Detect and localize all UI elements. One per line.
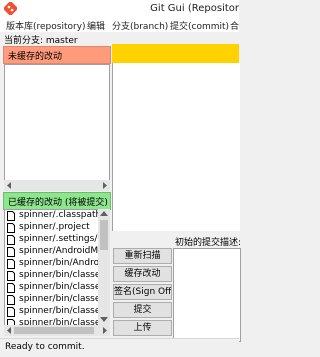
staged-file-name: spinner/bin/classes/ xyxy=(19,294,98,304)
file-icon xyxy=(7,295,15,305)
file-icon xyxy=(7,223,15,233)
scroll-down-icon[interactable] xyxy=(100,316,108,323)
sign-off-button[interactable]: 签名(Sign Off) xyxy=(113,284,172,300)
commit-message-label: 初始的提交描述: xyxy=(175,238,242,248)
diff-view[interactable] xyxy=(112,63,240,231)
staged-file-name: spinner/bin/Androic xyxy=(19,258,99,268)
menu-commit[interactable]: 提交(commit) xyxy=(170,19,229,32)
staged-horizontal-scrollbar[interactable] xyxy=(4,325,110,336)
unstaged-changes-header: 未缓存的改动 xyxy=(3,46,111,64)
menu-repository[interactable]: 版本库(repository) xyxy=(6,19,86,32)
diff-header xyxy=(112,44,239,63)
staged-file-name: spinner/.settings/or xyxy=(19,234,99,244)
commit-button[interactable]: 提交 xyxy=(113,302,172,318)
window-title: Git Gui (Repositor xyxy=(150,3,239,14)
staged-changes-title: 已缓存的改动 (将被提交) xyxy=(8,198,108,208)
staged-file-name: spinner/AndroidMa xyxy=(19,246,99,256)
file-icon xyxy=(7,283,15,293)
scrollbar-thumb[interactable] xyxy=(14,327,94,334)
scroll-right-icon[interactable] xyxy=(101,327,108,334)
staged-file-name: spinner/bin/classes. xyxy=(19,270,98,280)
staged-file-name: spinner/.project xyxy=(19,222,90,232)
menu-edit[interactable]: 编辑 xyxy=(87,19,105,32)
staged-file-list[interactable]: spinner/.classpath spinner/.project spin… xyxy=(4,209,99,326)
stage-changed-button[interactable]: 缓存改动 xyxy=(113,266,172,282)
file-icon xyxy=(7,247,15,257)
staged-file-name: spinner/.classpath xyxy=(19,210,99,220)
push-button[interactable]: 上传 xyxy=(113,320,172,336)
scroll-left-icon[interactable] xyxy=(6,182,13,189)
file-icon xyxy=(7,235,15,245)
title-bar: Git Gui (Repositor xyxy=(0,0,239,18)
current-branch-label: 当前分支: master xyxy=(4,36,78,46)
rescan-button[interactable]: 重新扫描 xyxy=(113,248,172,264)
file-icon xyxy=(7,211,15,221)
scroll-left-icon[interactable] xyxy=(6,327,13,334)
scrollbar-thumb[interactable] xyxy=(100,220,108,250)
status-bar: Ready to commit. xyxy=(0,338,239,357)
file-icon xyxy=(7,259,15,269)
menu-bar: 版本库(repository) 编辑 分支(branch) 提交(commit)… xyxy=(0,18,239,32)
menu-merge[interactable]: 合 xyxy=(230,19,239,32)
scroll-up-icon[interactable] xyxy=(100,210,108,217)
file-icon xyxy=(7,307,15,317)
unstaged-horizontal-scrollbar[interactable] xyxy=(4,180,110,191)
staged-changes-header: 已缓存的改动 (将被提交) xyxy=(3,192,111,210)
unstaged-changes-title: 未缓存的改动 xyxy=(8,52,63,62)
file-icon xyxy=(7,271,15,281)
menu-branch[interactable]: 分支(branch) xyxy=(112,19,168,32)
staged-file-name: spinner/bin/classes/ xyxy=(19,306,98,316)
status-text: Ready to commit. xyxy=(5,342,85,352)
staged-file-name: spinner/bin/classes/ xyxy=(19,282,98,292)
commit-message-input[interactable] xyxy=(173,248,241,342)
unstaged-file-list[interactable] xyxy=(4,64,110,182)
scroll-right-icon[interactable] xyxy=(101,182,108,189)
